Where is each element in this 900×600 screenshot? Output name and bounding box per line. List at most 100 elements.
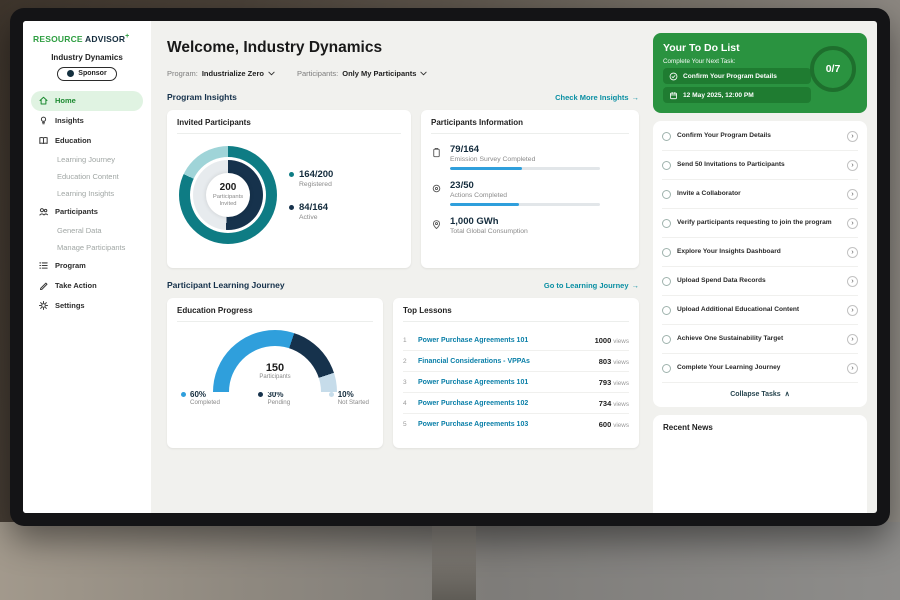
donut-center-label: Participants Invited — [209, 194, 247, 207]
lesson-views: 734views — [599, 399, 629, 408]
collapse-tasks-button[interactable]: Collapse Tasks ∧ — [662, 383, 858, 406]
target-icon — [431, 181, 442, 192]
card-title: Participants Information — [431, 118, 629, 134]
lesson-row[interactable]: 4 Power Purchase Agreements 102 734views — [403, 393, 629, 414]
task-row[interactable]: Invite a Collaborator › — [662, 180, 858, 209]
filters: Program: Industrialize Zero Participants… — [167, 69, 639, 78]
lesson-row[interactable]: 3 Power Purchase Agreements 101 793views — [403, 372, 629, 393]
participants-info-card: Participants Information 79/164 Emission… — [421, 110, 639, 268]
sidebar-item-program[interactable]: Program — [31, 256, 143, 276]
views-count: 734 — [599, 399, 612, 408]
lesson-link[interactable]: Power Purchase Agreements 101 — [418, 337, 588, 344]
task-label: Verify participants requesting to join t… — [677, 219, 841, 228]
task-row[interactable]: Verify participants requesting to join t… — [662, 209, 858, 238]
sidebar-item-take-action[interactable]: Take Action — [31, 276, 143, 296]
learning-journey-title: Participant Learning Journey — [167, 280, 285, 290]
legend-value: 84/164 — [299, 202, 328, 213]
task-open-button[interactable]: › — [847, 276, 858, 287]
program-filter[interactable]: Program: Industrialize Zero — [167, 69, 275, 78]
lesson-link[interactable]: Power Purchase Agreements 102 — [418, 400, 592, 407]
participants-filter-value: Only My Participants — [342, 69, 416, 78]
sidebar-item-learning-journey[interactable]: Learning Journey — [31, 151, 143, 168]
task-checkbox[interactable] — [662, 277, 671, 286]
legend-item-registered: 164/200 Registered — [289, 169, 333, 188]
todo-header-card: Your To Do List Complete Your Next Task:… — [653, 33, 867, 113]
program-insights-title: Program Insights — [167, 92, 237, 102]
task-row[interactable]: Upload Additional Educational Content › — [662, 296, 858, 325]
card-title: Top Lessons — [403, 306, 629, 322]
task-checkbox[interactable] — [662, 219, 671, 228]
views-count: 793 — [599, 378, 612, 387]
task-checkbox[interactable] — [662, 161, 671, 170]
task-checkbox[interactable] — [662, 335, 671, 344]
sidebar-item-education-content[interactable]: Education Content — [31, 168, 143, 185]
gauge-chart: 150 Participants — [213, 330, 337, 380]
sidebar-item-manage-participants[interactable]: Manage Participants — [31, 239, 143, 256]
donut-chart: 200 Participants Invited — [179, 146, 277, 244]
next-task-label: Confirm Your Program Details — [683, 73, 777, 80]
sidebar-item-education[interactable]: Education — [31, 131, 143, 151]
sidebar-item-general-data[interactable]: General Data — [31, 222, 143, 239]
task-open-button[interactable]: › — [847, 131, 858, 142]
stat-global-consumption: 1,000 GWh Total Global Consumption — [431, 216, 629, 239]
lesson-link[interactable]: Power Purchase Agreements 101 — [418, 379, 592, 386]
sidebar-item-insights[interactable]: Insights — [31, 111, 143, 131]
task-open-button[interactable]: › — [847, 160, 858, 171]
lesson-views: 793views — [599, 378, 629, 387]
lesson-row[interactable]: 2 Financial Considerations - VPPAs 803vi… — [403, 351, 629, 372]
task-checkbox[interactable] — [662, 190, 671, 199]
participants-filter[interactable]: Participants: Only My Participants — [297, 69, 427, 78]
task-open-button[interactable]: › — [847, 334, 858, 345]
task-row[interactable]: Explore Your Insights Dashboard › — [662, 238, 858, 267]
legend-dot — [329, 392, 334, 397]
location-pin-icon — [431, 217, 442, 228]
check-more-insights-link[interactable]: Check More Insights → — [555, 93, 639, 102]
task-checkbox[interactable] — [662, 306, 671, 315]
chevron-down-icon — [420, 71, 427, 76]
gauge-center-label: Participants — [213, 374, 337, 380]
info-rows: 79/164 Emission Survey Completed 23/50 A… — [431, 142, 629, 239]
views-word: views — [613, 338, 629, 345]
task-checkbox[interactable] — [662, 364, 671, 373]
task-row[interactable]: Achieve One Sustainability Target › — [662, 325, 858, 354]
legend-dot — [289, 205, 294, 210]
task-open-button[interactable]: › — [847, 305, 858, 316]
sidebar-item-label: Participants — [55, 207, 98, 216]
task-row[interactable]: Upload Spend Data Records › — [662, 267, 858, 296]
go-to-learning-journey-link[interactable]: Go to Learning Journey → — [544, 281, 639, 290]
lesson-row[interactable]: 5 Power Purchase Agreements 103 600views — [403, 414, 629, 434]
sidebar-item-settings[interactable]: Settings — [31, 296, 143, 316]
task-row[interactable]: Confirm Your Program Details › — [662, 122, 858, 151]
calendar-icon — [669, 91, 678, 100]
task-row[interactable]: Send 50 Invitations to Participants › — [662, 151, 858, 180]
task-open-button[interactable]: › — [847, 189, 858, 200]
stat-label: Emission Survey Completed — [450, 156, 600, 163]
task-list-card: Confirm Your Program Details › Send 50 I… — [653, 121, 867, 407]
task-checkbox[interactable] — [662, 248, 671, 257]
learning-journey-cards: Education Progress 150 Participants — [167, 298, 639, 448]
task-label: Confirm Your Program Details — [677, 132, 841, 141]
sidebar-item-learning-insights[interactable]: Learning Insights — [31, 185, 143, 202]
org-name: Industry Dynamics — [23, 53, 151, 62]
task-checkbox[interactable] — [662, 132, 671, 141]
lesson-row[interactable]: 1 Power Purchase Agreements 101 1000view… — [403, 330, 629, 351]
lesson-link[interactable]: Financial Considerations - VPPAs — [418, 358, 592, 365]
views-word: views — [613, 422, 629, 429]
task-open-button[interactable]: › — [847, 247, 858, 258]
lesson-views: 600views — [599, 420, 629, 429]
todo-progress-ring: 0/7 — [810, 46, 856, 92]
views-count: 803 — [599, 357, 612, 366]
task-open-button[interactable]: › — [847, 218, 858, 229]
task-row[interactable]: Complete Your Learning Journey › — [662, 354, 858, 383]
next-task-pill[interactable]: Confirm Your Program Details — [663, 68, 811, 84]
sidebar-item-participants[interactable]: Participants — [31, 202, 143, 222]
task-open-button[interactable]: › — [847, 363, 858, 374]
sidebar-item-home[interactable]: Home — [31, 91, 143, 111]
lesson-rank: 2 — [403, 358, 411, 365]
stat-value: 1,000 GWh — [450, 216, 528, 227]
lesson-link[interactable]: Power Purchase Agreements 103 — [418, 421, 592, 428]
invited-body: 200 Participants Invited 164/200 Registe — [177, 142, 401, 248]
progress-bar-fill — [450, 203, 519, 206]
lesson-rank: 1 — [403, 337, 411, 344]
legend-item-active: 84/164 Active — [289, 202, 333, 221]
